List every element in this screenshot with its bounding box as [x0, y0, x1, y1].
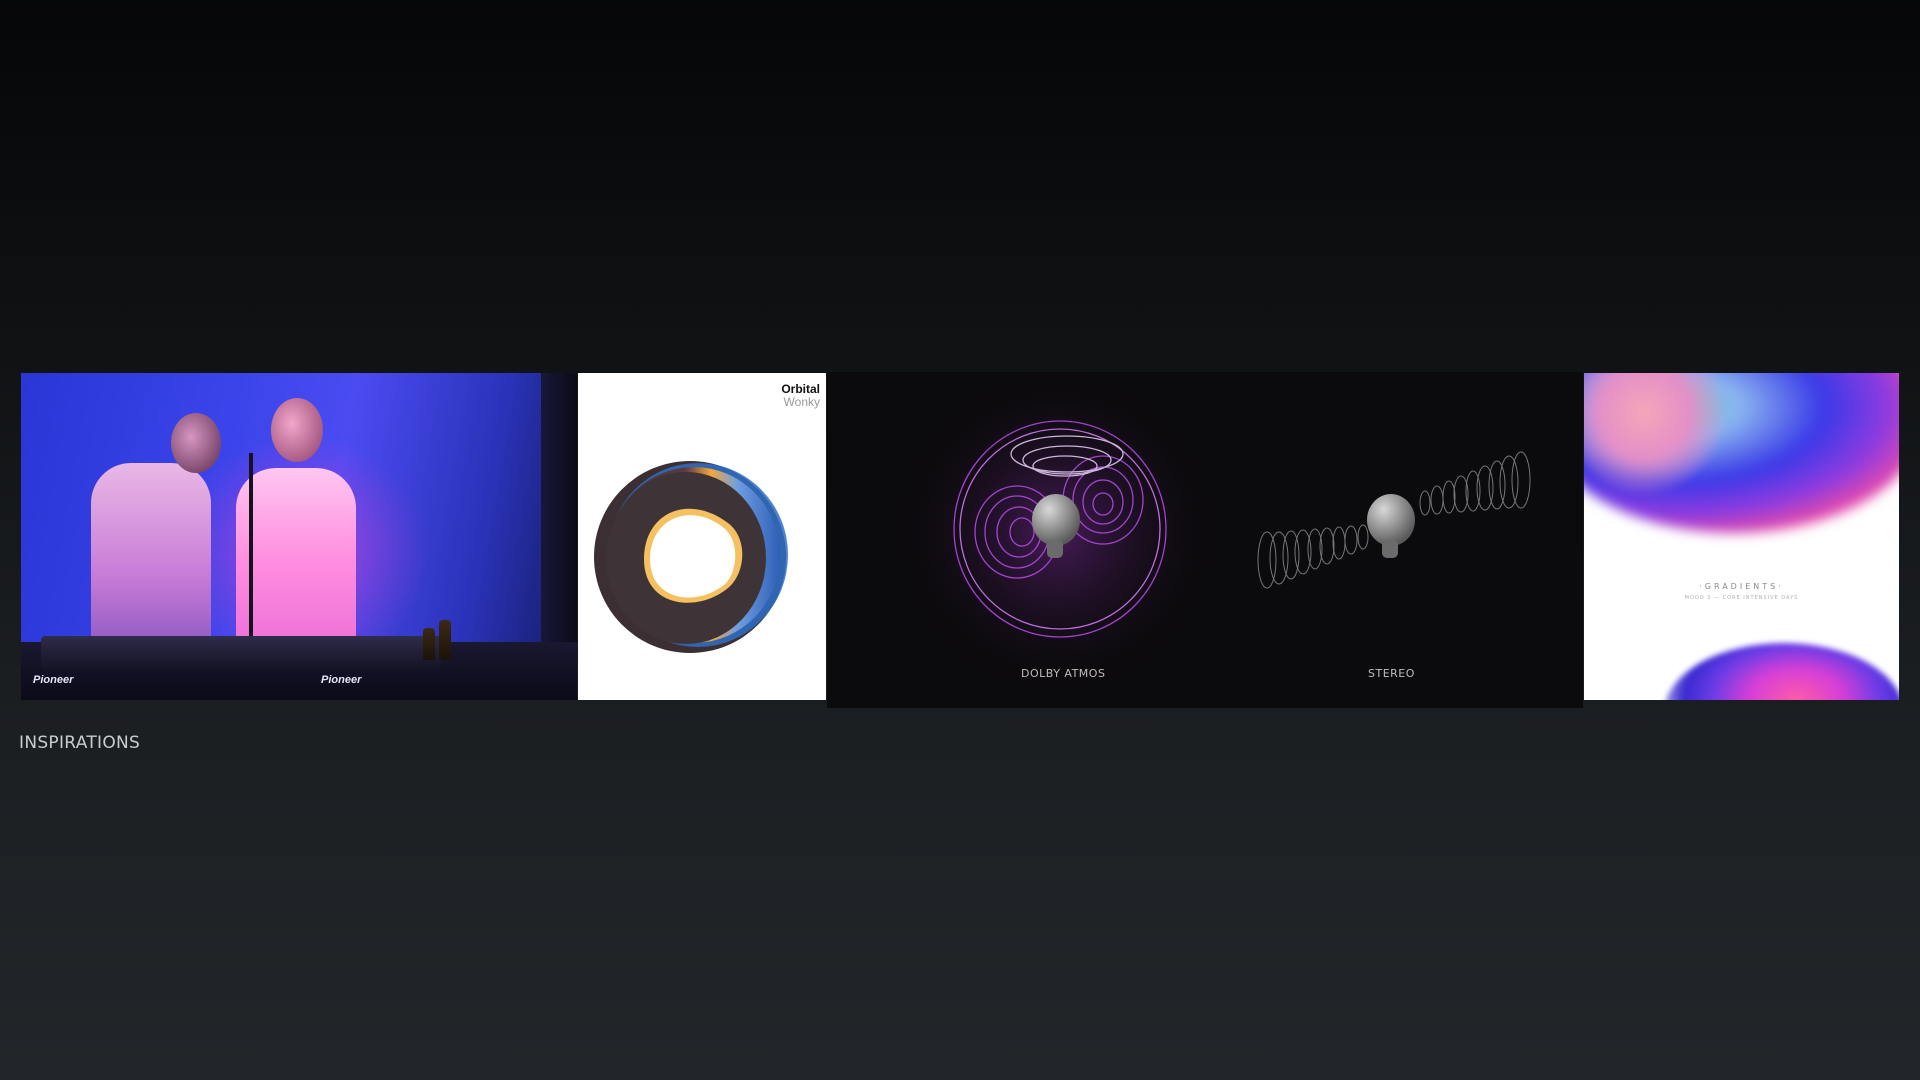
dj-performance-photo[interactable]: Pioneer Pioneer — [21, 373, 577, 700]
gradient-blob-bottom — [1664, 643, 1899, 700]
dj-right-head — [271, 398, 323, 462]
inspiration-strip: Pioneer Pioneer Orbital Wonky DOLBY ATMO… — [0, 0, 1920, 1080]
spatial-audio-graphic — [887, 372, 1531, 702]
atmos-vs-stereo-illustration[interactable]: DOLBY ATMOS STEREO — [827, 372, 1583, 708]
deck-brand-label: Pioneer — [33, 674, 74, 686]
stereo-caption: STEREO — [1368, 667, 1415, 680]
stereo-head — [1367, 494, 1415, 558]
album-title: Wonky — [783, 395, 820, 409]
section-title: INSPIRATIONS — [19, 733, 141, 753]
deck-brand-label: Pioneer — [321, 674, 362, 686]
dolby-atmos-caption: DOLBY ATMOS — [1021, 667, 1106, 680]
dj-decks — [41, 636, 441, 670]
gradients-title: ·GRADIENTS· — [1699, 582, 1784, 591]
gradients-artwork[interactable]: ·GRADIENTS· MOOD 3 — CORE INTENSIVE DAYS — [1584, 373, 1899, 700]
gradients-subtitle: MOOD 3 — CORE INTENSIVE DAYS — [1684, 595, 1799, 601]
dj-left-head — [171, 413, 221, 473]
orbital-wonky-album-cover[interactable]: Orbital Wonky — [578, 373, 826, 700]
bottle — [439, 620, 451, 660]
bottle — [423, 628, 435, 660]
wonky-ring-graphic — [594, 461, 788, 653]
